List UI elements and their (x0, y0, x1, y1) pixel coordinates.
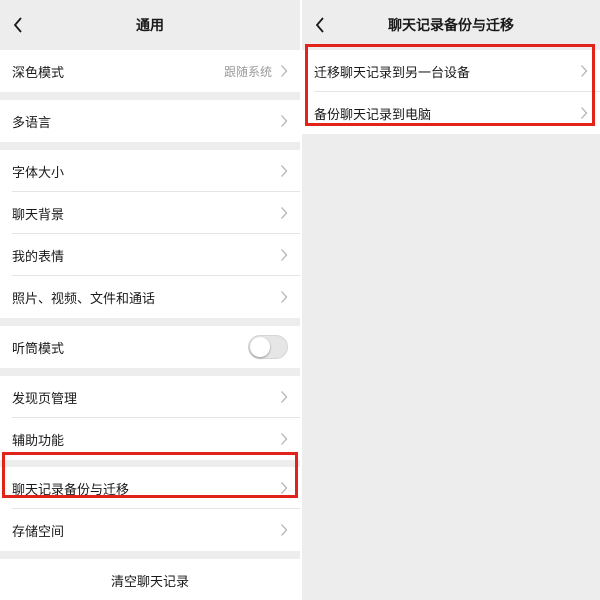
chevron-right-icon (280, 64, 288, 78)
row-value: 跟随系统 (223, 64, 272, 79)
settings-row-accessibility[interactable]: 辅助功能 (0, 418, 300, 460)
general-settings-panel: 通用 深色模式 跟随系统 多语言 字体大小 聊天背景 我的表情 照片、视频、文件… (0, 0, 300, 600)
settings-row-chat-background[interactable]: 聊天背景 (0, 192, 300, 234)
chevron-right-icon (280, 206, 288, 220)
row-label: 存储空间 (12, 524, 65, 540)
settings-row-earpiece-mode: 听筒模式 (0, 326, 300, 368)
row-label: 多语言 (12, 115, 52, 131)
chevron-right-icon (280, 248, 288, 262)
settings-row-storage[interactable]: 存储空间 (0, 509, 300, 551)
chevron-left-icon[interactable] (10, 15, 26, 35)
chevron-right-icon (280, 114, 288, 128)
clear-chat-history-label: 清空聊天记录 (110, 574, 189, 590)
row-label: 深色模式 (12, 65, 65, 81)
settings-row-dark-mode[interactable]: 深色模式 跟随系统 (0, 50, 300, 92)
chevron-right-icon (580, 106, 588, 120)
settings-row-language[interactable]: 多语言 (0, 100, 300, 142)
row-label: 听筒模式 (12, 341, 65, 357)
backup-to-computer-row[interactable]: 备份聊天记录到电脑 (302, 92, 600, 134)
row-label: 辅助功能 (12, 433, 65, 449)
chevron-right-icon (280, 432, 288, 446)
row-label: 我的表情 (12, 249, 65, 265)
chevron-right-icon (580, 64, 588, 78)
page-title: 聊天记录备份与迁移 (388, 18, 514, 34)
settings-row-discover-management[interactable]: 发现页管理 (0, 376, 300, 418)
earpiece-mode-toggle[interactable] (248, 335, 288, 359)
chevron-right-icon (280, 290, 288, 304)
chevron-right-icon (280, 523, 288, 537)
clear-chat-history-button[interactable]: 清空聊天记录 (0, 559, 300, 600)
row-label: 字体大小 (12, 165, 65, 181)
chevron-right-icon (280, 481, 288, 495)
toggle-knob (250, 337, 270, 357)
header: 通用 (0, 0, 300, 50)
settings-row-font-size[interactable]: 字体大小 (0, 150, 300, 192)
chat-backup-migration-panel: 聊天记录备份与迁移 迁移聊天记录到另一台设备 备份聊天记录到电脑 (302, 0, 600, 600)
chevron-right-icon (280, 390, 288, 404)
migrate-to-another-device-row[interactable]: 迁移聊天记录到另一台设备 (302, 50, 600, 92)
row-label: 发现页管理 (12, 391, 78, 407)
chevron-right-icon (280, 164, 288, 178)
row-label: 备份聊天记录到电脑 (314, 107, 432, 123)
row-label: 聊天背景 (12, 207, 65, 223)
page-title: 通用 (136, 18, 164, 34)
header: 聊天记录备份与迁移 (302, 0, 600, 50)
chevron-left-icon[interactable] (312, 15, 328, 35)
settings-row-chat-backup-migration[interactable]: 聊天记录备份与迁移 (0, 467, 300, 509)
row-label: 照片、视频、文件和通话 (12, 291, 156, 307)
settings-row-media-files-calls[interactable]: 照片、视频、文件和通话 (0, 276, 300, 318)
row-label: 聊天记录备份与迁移 (12, 482, 130, 498)
settings-row-my-stickers[interactable]: 我的表情 (0, 234, 300, 276)
row-label: 迁移聊天记录到另一台设备 (314, 65, 471, 81)
